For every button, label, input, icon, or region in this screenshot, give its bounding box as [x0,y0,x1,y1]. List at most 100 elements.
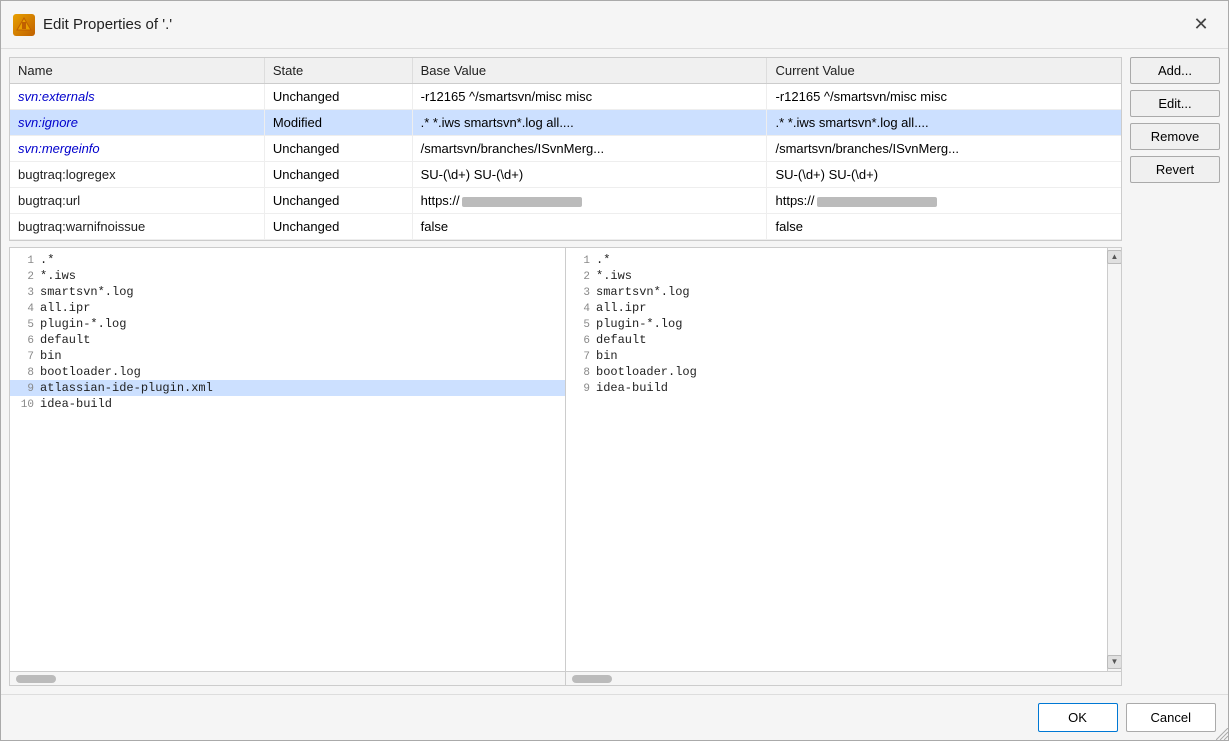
line-content: bin [40,349,62,363]
line-content: bin [596,349,618,363]
diff-line: 10 idea-build [10,396,565,412]
line-content: all.ipr [40,301,90,315]
table-body: svn:externalsUnchanged-r12165 ^/smartsvn… [10,84,1121,240]
table-row[interactable]: svn:ignoreModified.* *.iws smartsvn*.log… [10,110,1121,136]
cell-base-value: -r12165 ^/smartsvn/misc misc [412,84,767,110]
line-number: 1 [570,255,590,267]
line-content: .* [40,253,54,267]
cell-name: svn:externals [10,84,264,110]
dialog-title: Edit Properties of '.' [43,16,172,33]
resize-handle[interactable] [1214,726,1228,740]
add-button[interactable]: Add... [1130,57,1220,84]
line-content: plugin-*.log [40,317,126,331]
diff-left-hscrollbar-thumb[interactable] [16,675,56,683]
diff-line: 6 default [566,332,1121,348]
dialog-window: Edit Properties of '.' ✕ Name State Base… [0,0,1229,741]
app-icon [13,14,35,36]
line-number: 8 [570,367,590,379]
table-header-row: Name State Base Value Current Value [10,58,1121,84]
diff-line: 2 *.iws [566,268,1121,284]
diff-line: 9atlassian-ide-plugin.xml [10,380,565,396]
diff-right-hscrollbar-thumb[interactable] [572,675,612,683]
cell-name: bugtraq:warnifnoissue [10,214,264,240]
diff-line: 5 plugin-*.log [10,316,565,332]
cell-state: Modified [264,110,412,136]
diff-line: 7 bin [10,348,565,364]
line-number: 2 [570,271,590,283]
scroll-up-btn[interactable]: ▲ [1107,250,1121,264]
col-header-name: Name [10,58,264,84]
cell-current-value: https:// [767,188,1121,214]
title-bar: Edit Properties of '.' ✕ [1,1,1228,49]
diff-line: 5plugin-*.log [566,316,1121,332]
line-number: 5 [14,319,34,331]
line-number: 6 [570,335,590,347]
diff-line: 6 default [10,332,565,348]
diff-line: 1 .* [566,252,1121,268]
revert-button[interactable]: Revert [1130,156,1220,183]
cell-current-value: -r12165 ^/smartsvn/misc misc [767,84,1121,110]
table-row[interactable]: bugtraq:urlUnchangedhttps://https:// [10,188,1121,214]
diff-left-hscrollbar[interactable] [10,671,565,685]
cell-name: svn:ignore [10,110,264,136]
diff-vscrollbar[interactable]: ▲ ▼ [1107,248,1121,671]
ok-button[interactable]: OK [1038,703,1118,732]
line-content: idea-build [596,381,668,395]
line-content: idea-build [40,397,112,411]
cell-base-value: .* *.iws smartsvn*.log all.... [412,110,767,136]
cell-state: Unchanged [264,136,412,162]
line-number: 9 [570,383,590,395]
line-number: 7 [570,351,590,363]
diff-line: 4 all.ipr [10,300,565,316]
line-number: 3 [570,287,590,299]
line-number: 10 [14,399,34,411]
cell-base-value: https:// [412,188,767,214]
cell-current-value: SU-(\d+) SU-(\d+) [767,162,1121,188]
line-content: default [596,333,646,347]
line-content: default [40,333,90,347]
diff-line: 7 bin [566,348,1121,364]
line-content: *.iws [40,269,76,283]
diff-right-scroll[interactable]: 1 .* 2 *.iws3smartsvn*.log4all.ipr5plugin-*… [566,248,1121,671]
cell-state: Unchanged [264,162,412,188]
cell-name: bugtraq:logregex [10,162,264,188]
diff-right-hscrollbar[interactable] [566,671,1121,685]
diff-line: 3smartsvn*.log [566,284,1121,300]
scroll-down-btn[interactable]: ▼ [1107,655,1121,669]
line-number: 3 [14,287,34,299]
cell-state: Unchanged [264,214,412,240]
line-number: 6 [14,335,34,347]
diff-container: 1.*2*.iws3smartsvn*.log4all.ipr5plugin-*… [9,247,1122,686]
line-content: bootloader.log [596,365,697,379]
line-number: 9 [14,383,34,395]
diff-line: 9 idea-build [566,380,1121,396]
diff-line: 1.* [10,252,565,268]
line-content: .* [596,253,610,267]
title-bar-left: Edit Properties of '.' [13,14,172,36]
line-number: 7 [14,351,34,363]
diff-line: 4all.ipr [566,300,1121,316]
cell-state: Unchanged [264,188,412,214]
col-header-state: State [264,58,412,84]
diff-line: 8 bootloader.log [566,364,1121,380]
line-content: plugin-*.log [596,317,682,331]
line-number: 2 [14,271,34,283]
line-number: 4 [14,303,34,315]
right-panel: Add... Edit... Remove Revert [1130,57,1220,686]
table-scroll-wrap[interactable]: Name State Base Value Current Value svn:… [10,58,1121,240]
remove-button[interactable]: Remove [1130,123,1220,150]
table-row[interactable]: bugtraq:logregexUnchanged SU-(\d+) SU-(\d… [10,162,1121,188]
close-button[interactable]: ✕ [1186,10,1216,40]
cell-current-value: false [767,214,1121,240]
properties-table-inner: Name State Base Value Current Value svn:… [10,58,1121,240]
line-content: *.iws [596,269,632,283]
col-header-base: Base Value [412,58,767,84]
cancel-button[interactable]: Cancel [1126,703,1216,732]
table-row[interactable]: svn:externalsUnchanged-r12165 ^/smartsvn… [10,84,1121,110]
edit-button[interactable]: Edit... [1130,90,1220,117]
bottom-bar: OK Cancel [1,694,1228,740]
table-row[interactable]: svn:mergeinfoUnchanged/smartsvn/branches… [10,136,1121,162]
table-row[interactable]: bugtraq:warnifnoissueUnchangedfalsefalse [10,214,1121,240]
diff-left-scroll[interactable]: 1.*2*.iws3smartsvn*.log4all.ipr5plugin-*… [10,248,565,671]
line-number: 4 [570,303,590,315]
